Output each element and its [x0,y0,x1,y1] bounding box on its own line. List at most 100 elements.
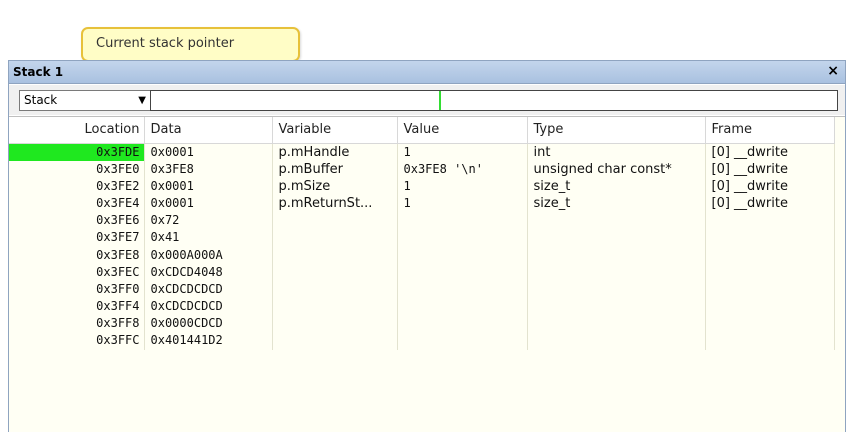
cell-frame: [0] __dwrite [705,194,835,213]
cell-value [397,263,528,281]
cell-variable [272,263,398,281]
table-row[interactable]: 0x3FF8 0x0000CDCD [9,315,835,333]
table-row[interactable]: 0x3FFC 0x401441D2 [9,332,835,350]
table-row[interactable]: 0x3FF0 0xCDCDCDCD [9,280,835,298]
cell-location: 0x3FDE [9,143,145,161]
cell-type [527,280,706,298]
cell-data: 0xCDCD4048 [144,263,273,281]
table-row[interactable]: 0x3FE2 0x0001 p.mSize 1 size_t [0] __dwrite [9,177,835,195]
table-row[interactable]: 0x3FDE 0x0001 p.mHandle 1 int [0] __dwrite [9,143,835,161]
cell-value: 1 [397,143,528,161]
cell-type: int [527,143,706,161]
cell-data: 0x401441D2 [144,332,273,350]
column-header-variable[interactable]: Variable [272,117,398,144]
cell-variable: p.mReturnSt... [272,194,398,213]
cell-data: 0x72 [144,212,273,230]
cell-frame [705,332,835,350]
cell-location: 0x3FF0 [9,280,145,298]
cell-location: 0x3FE7 [9,229,145,247]
window-titlebar: Stack 1 × [9,61,845,84]
stack-grid: Location Data Variable Value Type Frame … [9,116,845,432]
window-title: Stack 1 [13,65,64,79]
cell-variable [272,280,398,298]
column-header-value[interactable]: Value [397,117,528,144]
stack-window: Stack 1 × Stack ▼ Location Data Variable… [8,60,846,432]
column-header-location[interactable]: Location [9,117,145,144]
cell-data: 0xCDCDCDCD [144,298,273,316]
table-row[interactable]: 0x3FEC 0xCDCD4048 [9,263,835,281]
chevron-down-icon[interactable]: ▼ [138,91,146,110]
cell-location: 0x3FE0 [9,160,145,178]
view-select-value: Stack [24,93,58,107]
cell-variable [272,332,398,350]
cell-value: 0x3FE8 '\n' [397,160,528,178]
cell-data: 0x41 [144,229,273,247]
stack-usage-marker [439,91,441,110]
cell-frame [705,315,835,333]
cell-variable [272,315,398,333]
cell-data: 0x0000CDCD [144,315,273,333]
cell-value [397,298,528,316]
table-row[interactable]: 0x3FE6 0x72 [9,212,835,230]
cell-frame [705,246,835,264]
cell-data: 0x3FE8 [144,160,273,178]
cell-value [397,280,528,298]
table-row[interactable]: 0x3FE0 0x3FE8 p.mBuffer 0x3FE8 '\n' unsigned… [9,160,835,178]
column-header-frame[interactable]: Frame [705,117,835,144]
cell-data: 0xCDCDCDCD [144,280,273,298]
cell-type: unsigned char const* [527,160,706,178]
cell-variable [272,229,398,247]
cell-type [527,229,706,247]
column-header-type[interactable]: Type [527,117,706,144]
close-icon[interactable]: × [827,63,839,79]
cell-value [397,212,528,230]
stack-pointer-callout: Current stack pointer [81,27,300,62]
cell-location: 0x3FF4 [9,298,145,316]
cell-frame [705,229,835,247]
table-row[interactable]: 0x3FE7 0x41 [9,229,835,247]
cell-location: 0x3FE4 [9,194,145,213]
cell-type [527,332,706,350]
cell-type [527,212,706,230]
column-header-data[interactable]: Data [144,117,273,144]
cell-location: 0x3FE6 [9,212,145,230]
cell-variable: p.mSize [272,177,398,195]
cell-type [527,246,706,264]
view-select[interactable]: Stack ▼ [19,90,152,111]
cell-variable [272,212,398,230]
cell-frame [705,298,835,316]
table-row[interactable]: 0x3FF4 0xCDCDCDCD [9,298,835,316]
table-header-row: Location Data Variable Value Type Frame [9,117,835,144]
cell-data: 0x000A000A [144,246,273,264]
cell-type [527,298,706,316]
cell-value [397,246,528,264]
cell-frame: [0] __dwrite [705,160,835,178]
cell-value [397,315,528,333]
stack-table: Location Data Variable Value Type Frame … [9,117,835,350]
cell-frame: [0] __dwrite [705,177,835,195]
table-row[interactable]: 0x3FE4 0x0001 p.mReturnSt... 1 size_t [0] __d… [9,194,835,213]
cell-type [527,263,706,281]
cell-frame [705,212,835,230]
cell-value [397,332,528,350]
cell-frame [705,263,835,281]
cell-value: 1 [397,194,528,213]
cell-frame [705,280,835,298]
callout-text: Current stack pointer [96,36,235,51]
cell-location: 0x3FE2 [9,177,145,195]
cell-frame: [0] __dwrite [705,143,835,161]
cell-location: 0x3FEC [9,263,145,281]
cell-value [397,229,528,247]
cell-variable [272,298,398,316]
cell-variable [272,246,398,264]
table-row[interactable]: 0x3FE8 0x000A000A [9,246,835,264]
cell-type [527,315,706,333]
cell-variable: p.mHandle [272,143,398,161]
cell-location: 0x3FF8 [9,315,145,333]
cell-data: 0x0001 [144,194,273,213]
cell-location: 0x3FFC [9,332,145,350]
cell-type: size_t [527,177,706,195]
cell-data: 0x0001 [144,177,273,195]
stack-usage-bar [150,90,838,111]
cell-value: 1 [397,177,528,195]
